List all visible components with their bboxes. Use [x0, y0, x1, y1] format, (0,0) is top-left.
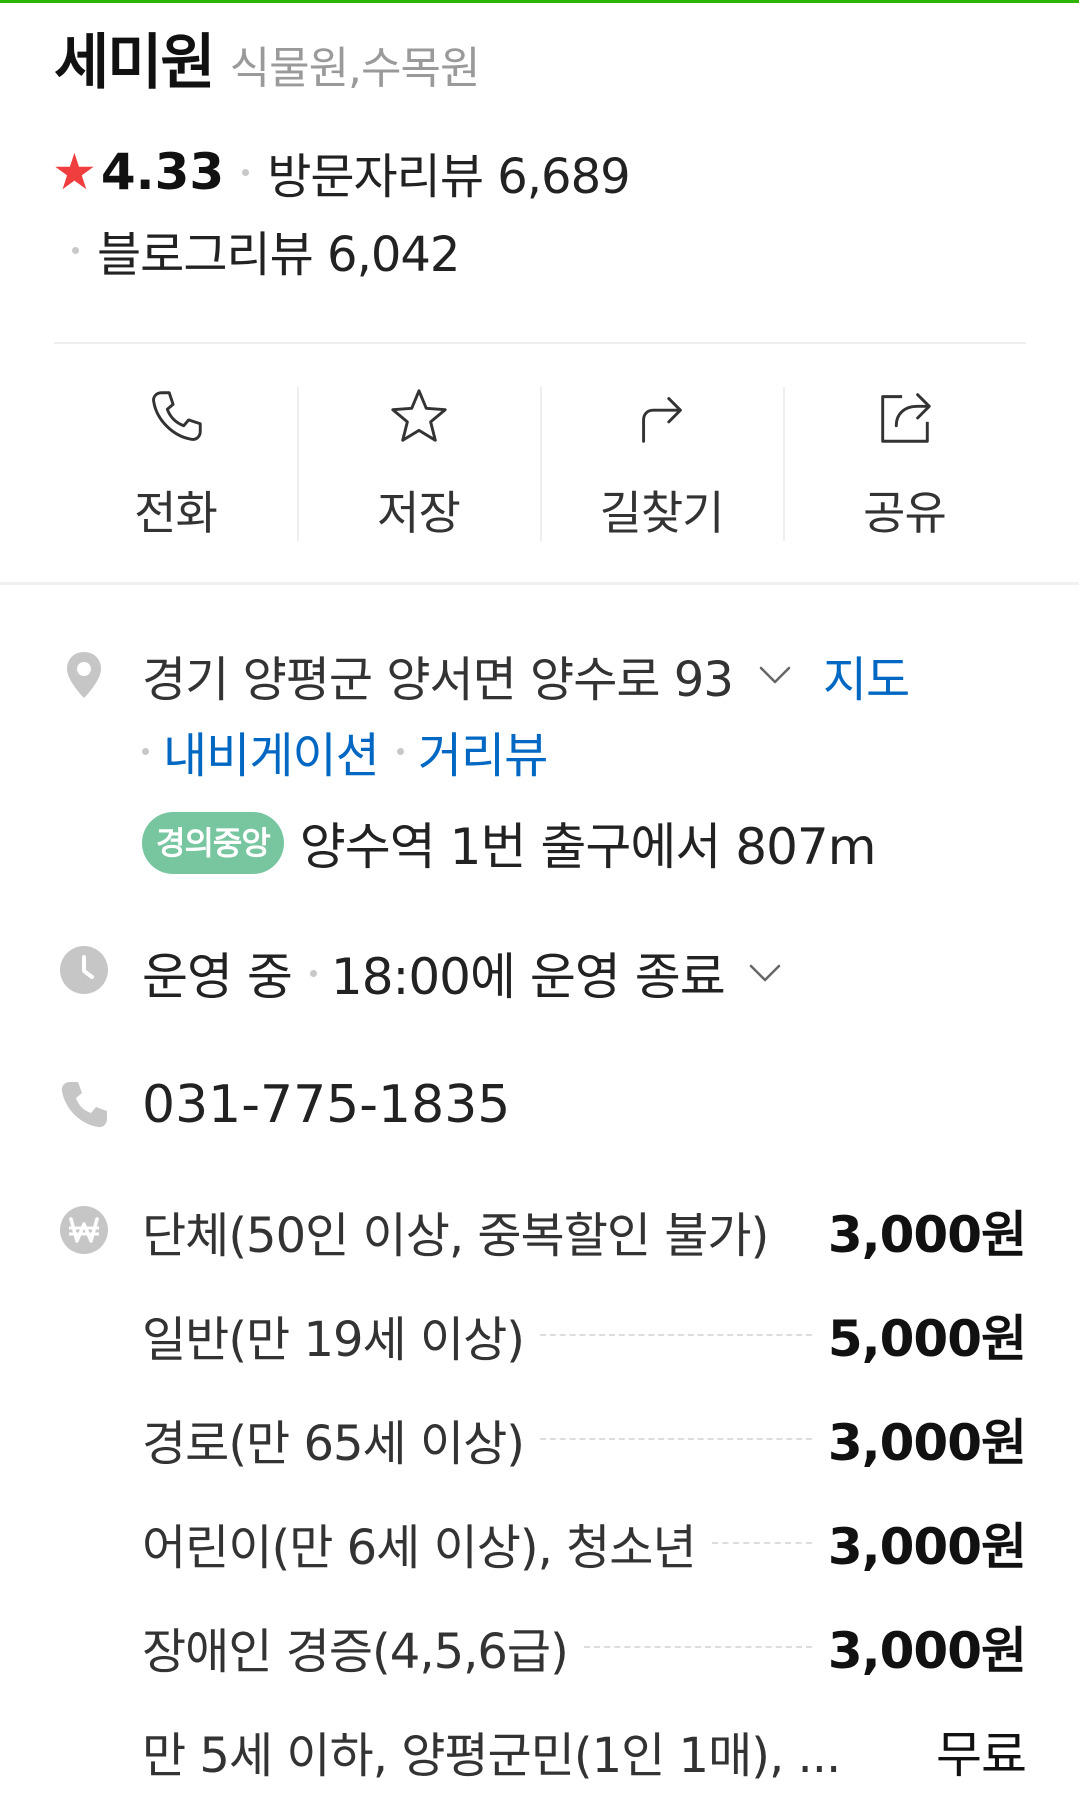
- action-bar: 전화 저장 길찾기 공유: [54, 385, 1026, 543]
- subway-line-badge: 경의중앙: [142, 812, 284, 874]
- share-icon: [880, 393, 931, 443]
- price-row: 어린이(만 6세 이상), 청소년 3,000원: [142, 1508, 1027, 1578]
- price-value: 3,000원: [827, 1206, 1027, 1264]
- subway-row: 경의중앙 양수역 1번 출구에서 807m: [142, 806, 877, 880]
- dotted-leader: [711, 1542, 812, 1544]
- separator-dot: [309, 969, 317, 977]
- chevron-down-icon[interactable]: [755, 655, 795, 695]
- map-link[interactable]: 지도: [823, 640, 910, 710]
- dotted-leader: [540, 1438, 812, 1440]
- place-header: 세미원 식물원,수목원: [54, 14, 481, 98]
- call-button[interactable]: 전화: [54, 385, 297, 543]
- address-text: 경기 양평군 양서면 양수로 93: [142, 652, 734, 708]
- save-button[interactable]: 저장: [297, 385, 540, 543]
- address-links-row: 내비게이션 거리뷰: [142, 716, 548, 786]
- section-separator: [0, 582, 1079, 585]
- won-currency-icon: [60, 1206, 108, 1254]
- place-name: 세미원: [54, 28, 216, 98]
- price-value: 무료: [936, 1726, 1027, 1784]
- separator-dot: [396, 747, 404, 755]
- call-label: 전화: [134, 486, 218, 540]
- price-value: 3,000원: [827, 1622, 1027, 1680]
- phone-number[interactable]: 031-775-1835: [142, 1070, 510, 1140]
- directions-icon: [641, 397, 682, 443]
- subway-distance: 양수역 1번 출구에서 807m: [299, 818, 877, 876]
- address-row: 경기 양평군 양서면 양수로 93 지도: [142, 640, 910, 710]
- price-value: 3,000원: [827, 1518, 1027, 1576]
- hours-row[interactable]: 운영 중 18:00에 운영 종료: [142, 938, 785, 1008]
- price-label: 장애인 경증(4,5,6급): [142, 1624, 569, 1680]
- divider: [54, 342, 1026, 344]
- price-label: 만 5세 이하, 양평군민(1인 1매), ...: [142, 1728, 841, 1784]
- price-list: 단체(50인 이상, 중복할인 불가) 3,000원 일반(만 19세 이상) …: [142, 1196, 1027, 1814]
- price-label: 일반(만 19세 이상): [142, 1312, 525, 1368]
- rating-row-2: 블로그리뷰 6,042: [52, 215, 460, 285]
- place-category: 식물원,수목원: [229, 43, 481, 94]
- blog-reviews-link[interactable]: 블로그리뷰 6,042: [97, 215, 460, 285]
- price-row: 장애인 경증(4,5,6급) 3,000원: [142, 1612, 1027, 1682]
- separator-dot: [242, 168, 250, 176]
- price-label: 경로(만 65세 이상): [142, 1416, 525, 1472]
- price-label: 단체(50인 이상, 중복할인 불가): [142, 1208, 769, 1264]
- phone-icon: [61, 1082, 107, 1128]
- star-outline-icon: [390, 389, 447, 442]
- top-accent-bar: [0, 0, 1079, 3]
- directions-label: 길찾기: [599, 486, 725, 540]
- price-value: 5,000원: [827, 1310, 1027, 1368]
- navigation-link[interactable]: 내비게이션: [163, 716, 380, 786]
- dotted-leader: [540, 1334, 812, 1336]
- rating-star-icon: ★: [52, 143, 97, 201]
- streetview-link[interactable]: 거리뷰: [418, 716, 548, 786]
- rating-score: 4.33: [100, 143, 225, 201]
- chevron-down-icon[interactable]: [745, 953, 785, 993]
- hours-status: 운영 중: [142, 948, 293, 1006]
- directions-button[interactable]: 길찾기: [540, 385, 783, 543]
- share-button[interactable]: 공유: [783, 385, 1026, 543]
- save-label: 저장: [377, 486, 461, 540]
- price-row[interactable]: 만 5세 이하, 양평군민(1인 1매), ... 무료: [142, 1716, 1027, 1786]
- separator-dot: [142, 747, 149, 755]
- price-value: 3,000원: [827, 1414, 1027, 1472]
- price-row: 경로(만 65세 이상) 3,000원: [142, 1404, 1027, 1474]
- visitor-reviews-link[interactable]: 방문자리뷰 6,689: [267, 137, 630, 207]
- share-label: 공유: [863, 486, 947, 540]
- clock-icon: [60, 946, 108, 994]
- price-label: 어린이(만 6세 이상), 청소년: [142, 1520, 697, 1576]
- dotted-leader: [583, 1646, 812, 1648]
- rating-row: ★ 4.33 방문자리뷰 6,689: [52, 137, 631, 207]
- price-row: 일반(만 19세 이상) 5,000원: [142, 1300, 1027, 1370]
- separator-dot: [72, 246, 79, 254]
- phone-icon: [151, 391, 202, 441]
- location-pin-icon: [67, 652, 101, 698]
- price-row: 단체(50인 이상, 중복할인 불가) 3,000원: [142, 1196, 1027, 1266]
- hours-detail: 18:00에 운영 종료: [330, 948, 726, 1006]
